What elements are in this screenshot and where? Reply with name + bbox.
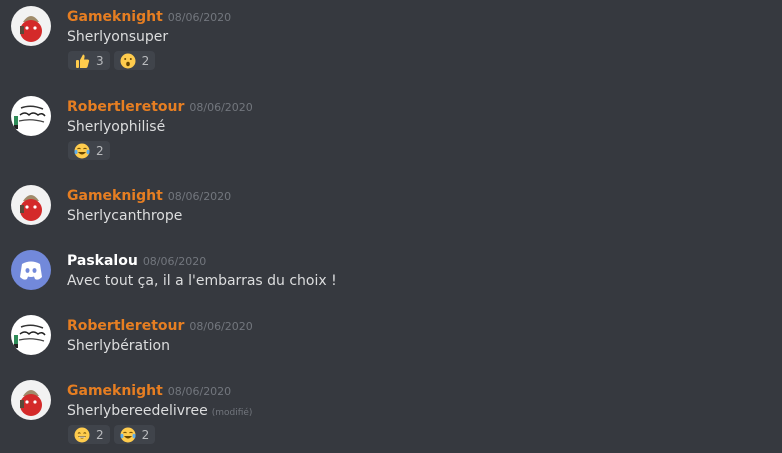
reactions: 2 2: [68, 425, 156, 444]
username[interactable]: Gameknight: [67, 383, 163, 399]
reactions: 3 2: [68, 51, 156, 70]
username[interactable]: Gameknight: [67, 188, 163, 204]
reaction-count: 2: [96, 427, 104, 442]
message-content: Sherlyonsuper: [67, 29, 169, 45]
message-content: Sherlycanthrope: [67, 208, 183, 224]
message-content: Sherlybereedelivree (modifié): [67, 400, 252, 424]
avatar[interactable]: [11, 315, 51, 355]
avatar[interactable]: [11, 96, 51, 136]
timestamp: 08/06/2020: [142, 255, 207, 268]
avatar[interactable]: [11, 250, 51, 290]
edited-label: (modifié): [211, 408, 253, 418]
avatar[interactable]: [11, 185, 51, 225]
reaction-count: 2: [141, 53, 150, 68]
message-content: Avec tout ça, il a l'embarras du choix !: [67, 273, 337, 289]
reaction-count: 3: [96, 53, 104, 68]
avatar[interactable]: [11, 6, 51, 46]
thumbs-up-icon: [76, 54, 90, 68]
reaction-count: 2: [96, 143, 104, 158]
username[interactable]: Robertleretour: [67, 318, 184, 334]
reaction-thumbs-up[interactable]: 3: [68, 51, 110, 70]
reactions: 2: [68, 141, 110, 160]
username[interactable]: Robertleretour: [67, 99, 184, 115]
tears-of-joy-icon: [120, 427, 136, 442]
tears-of-joy-icon: [74, 143, 90, 158]
message-content: Sherlyophilisé: [67, 119, 166, 135]
avatar[interactable]: [11, 380, 51, 420]
chat-messages: Gameknight 08/06/2020 Sherlyonsuper 3 2: [0, 0, 782, 453]
message-text: Sherlybereedelivree: [67, 403, 208, 419]
username[interactable]: Gameknight: [67, 9, 163, 25]
timestamp: 08/06/2020: [167, 385, 232, 398]
reaction-count: 2: [141, 427, 150, 442]
reaction-tears-of-joy[interactable]: 2: [113, 425, 156, 444]
timestamp: 08/06/2020: [189, 101, 253, 114]
username[interactable]: Paskalou: [67, 253, 138, 269]
message-content: Sherlybération: [67, 338, 170, 354]
timestamp: 08/06/2020: [167, 190, 232, 203]
grinning-face-icon: [74, 427, 90, 442]
timestamp: 08/06/2020: [189, 320, 253, 333]
surprised-face-icon: [120, 53, 136, 68]
reaction-surprised-face[interactable]: 2: [113, 51, 156, 70]
reaction-grinning-face[interactable]: 2: [68, 425, 110, 444]
reaction-tears-of-joy[interactable]: 2: [68, 141, 110, 160]
timestamp: 08/06/2020: [167, 11, 232, 24]
